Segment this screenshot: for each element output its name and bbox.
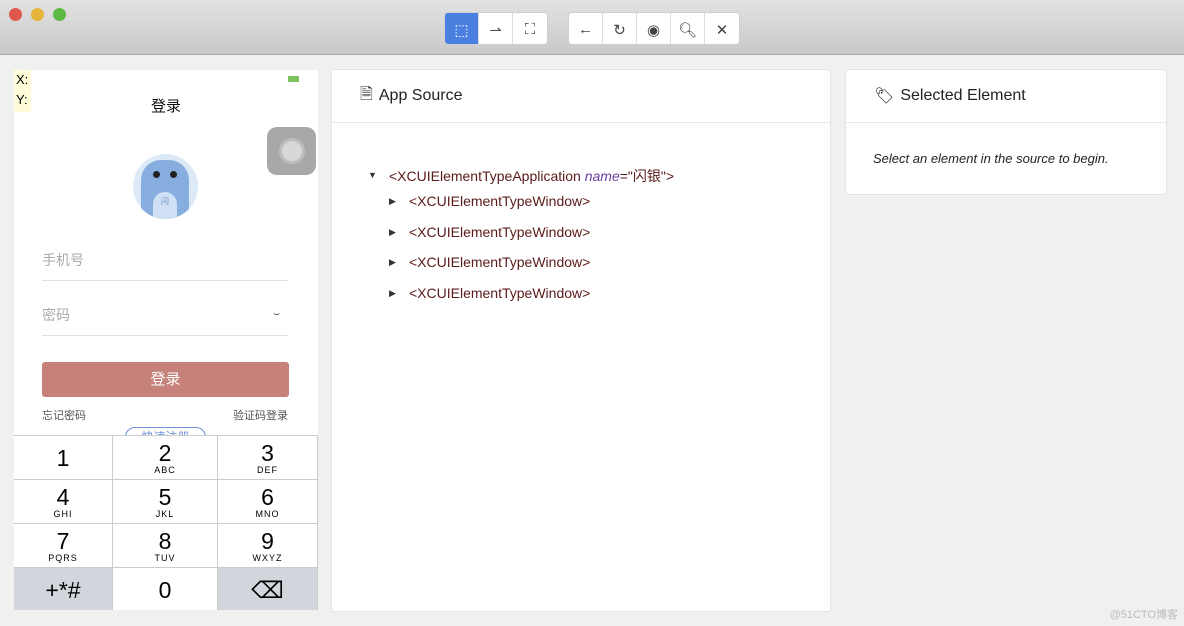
key-digit: ⌫: [251, 576, 284, 603]
key-digit: 7: [56, 527, 70, 554]
numeric-keypad: 1 2 ABC 3 DEF 4 GHI 5 JKL 6 MNO 7 PQRS 8 TUV 9 WXYZ +*# 0 ⌫: [14, 435, 318, 610]
login-button[interactable]: 登录: [42, 362, 289, 397]
mascot-badge: 闪: [153, 192, 177, 219]
watermark: @51CTO博客: [1109, 609, 1178, 621]
key-digit: 0: [158, 576, 172, 603]
key-letters: MNO: [255, 508, 280, 519]
keypad-key[interactable]: 8 TUV: [113, 524, 218, 568]
screenshot-icon: ⛶: [524, 21, 536, 38]
quit-session-button[interactable]: ✕: [705, 13, 739, 44]
key-digit: 6: [261, 483, 274, 510]
mode-toolbar-group: ⬚ ⇀ ⛶: [444, 12, 548, 45]
back-button[interactable]: ←: [569, 13, 603, 44]
keypad-key[interactable]: 1: [14, 436, 113, 480]
close-window-button[interactable]: [9, 8, 22, 21]
sms-login-link[interactable]: 验证码登录: [233, 407, 288, 423]
tree-node-application[interactable]: <XCUIElementTypeApplication name="闪银">: [389, 166, 674, 186]
tree-node-window[interactable]: <XCUIElementTypeWindow>: [409, 285, 590, 301]
key-letters: DEF: [257, 464, 278, 475]
keypad-key[interactable]: 6 MNO: [218, 480, 318, 524]
key-letters: TUV: [154, 552, 176, 563]
node-attr: name: [584, 168, 620, 184]
swipe-icon: ⇀: [489, 21, 502, 39]
action-toolbar-group: ← ↻ ◉ 🔍︎ ✕: [568, 12, 740, 45]
keypad-key[interactable]: 3 DEF: [218, 436, 318, 480]
key-digit: 2: [158, 439, 172, 466]
refresh-icon: ↻: [613, 21, 626, 39]
key-digit: 1: [56, 444, 70, 471]
tag-icon: 🏷︎: [874, 88, 895, 105]
key-letters: JKL: [155, 508, 175, 519]
panel-title: App Source: [378, 87, 463, 104]
toggle-visibility-button[interactable]: ◉: [637, 13, 671, 44]
screenshot-button[interactable]: ⛶: [513, 13, 547, 44]
tree-node-window[interactable]: <XCUIElementTypeWindow>: [409, 254, 590, 270]
battery-indicator: [288, 76, 299, 82]
assistive-touch-button[interactable]: [267, 127, 316, 175]
password-field[interactable]: 密码: [42, 305, 288, 336]
expand-triangle-icon[interactable]: ▶: [389, 227, 396, 238]
close-icon: ✕: [715, 21, 729, 39]
phone-number-field[interactable]: 手机号: [42, 250, 288, 281]
expand-triangle-icon[interactable]: ▶: [389, 196, 396, 207]
key-digit: 3: [261, 439, 274, 466]
key-digit: 4: [56, 483, 70, 510]
key-digit: 5: [158, 483, 172, 510]
minimize-window-button[interactable]: [31, 8, 44, 21]
key-digit: +*#: [45, 576, 81, 603]
key-letters: PQRS: [48, 552, 78, 563]
app-source-panel: 🗎 App Source ▼ <XCUIElementTypeApplicatio…: [331, 69, 831, 612]
key-letters: GHI: [53, 508, 73, 519]
keypad-key[interactable]: 7 PQRS: [14, 524, 113, 568]
select-element-icon: ⬚: [454, 21, 469, 39]
expand-triangle-icon[interactable]: ▶: [389, 288, 396, 299]
collapse-triangle-icon[interactable]: ▼: [368, 170, 377, 180]
key-digit: 9: [261, 527, 274, 554]
panel-title: Selected Element: [900, 87, 1026, 104]
node-tag: <XCUIElementTypeApplication: [389, 168, 581, 184]
keypad-key[interactable]: 0: [113, 568, 218, 610]
eye-icon: ◉: [646, 21, 661, 39]
back-icon: ←: [578, 21, 593, 38]
show-password-icon[interactable]: ⌣: [273, 308, 280, 321]
select-element-button[interactable]: ⬚: [445, 13, 479, 44]
key-letters: ABC: [154, 464, 176, 475]
window-titlebar: ⬚ ⇀ ⛶ ← ↻ ◉ 🔍︎ ✕: [0, 0, 1184, 55]
search-icon: 🔍︎: [677, 21, 698, 39]
node-value: ="闪银">: [619, 168, 675, 184]
document-icon: 🗎: [360, 85, 373, 103]
search-button[interactable]: 🔍︎: [671, 13, 705, 44]
refresh-button[interactable]: ↻: [603, 13, 637, 44]
keypad-key[interactable]: +*#: [14, 568, 113, 610]
zoom-window-button[interactable]: [53, 8, 66, 21]
keypad-key[interactable]: ⌫: [218, 568, 318, 610]
key-letters: WXYZ: [252, 552, 283, 563]
keypad-key[interactable]: 2 ABC: [113, 436, 218, 480]
selected-element-hint: Select an element in the source to begin…: [873, 151, 1109, 166]
screen-title: 登录: [150, 98, 181, 115]
selected-element-panel: 🏷︎ Selected Element Select an element in …: [845, 69, 1167, 195]
key-digit: 8: [158, 527, 172, 554]
swipe-button[interactable]: ⇀: [479, 13, 513, 44]
keypad-key[interactable]: 4 GHI: [14, 480, 113, 524]
keypad-key[interactable]: 5 JKL: [113, 480, 218, 524]
forgot-password-link[interactable]: 忘记密码: [42, 407, 86, 423]
keypad-key[interactable]: 9 WXYZ: [218, 524, 318, 568]
tree-node-window[interactable]: <XCUIElementTypeWindow>: [409, 193, 590, 209]
expand-triangle-icon[interactable]: ▶: [389, 257, 396, 268]
device-screenshot[interactable]: X:Y: 登录 闪 手机号 密码 ⌣ 登录 忘记密码 验证码登录 快速注册 12…: [14, 70, 318, 610]
coord-x: X:: [16, 72, 29, 87]
tree-node-window[interactable]: <XCUIElementTypeWindow>: [409, 224, 590, 240]
mascot-avatar: 闪: [133, 154, 198, 219]
